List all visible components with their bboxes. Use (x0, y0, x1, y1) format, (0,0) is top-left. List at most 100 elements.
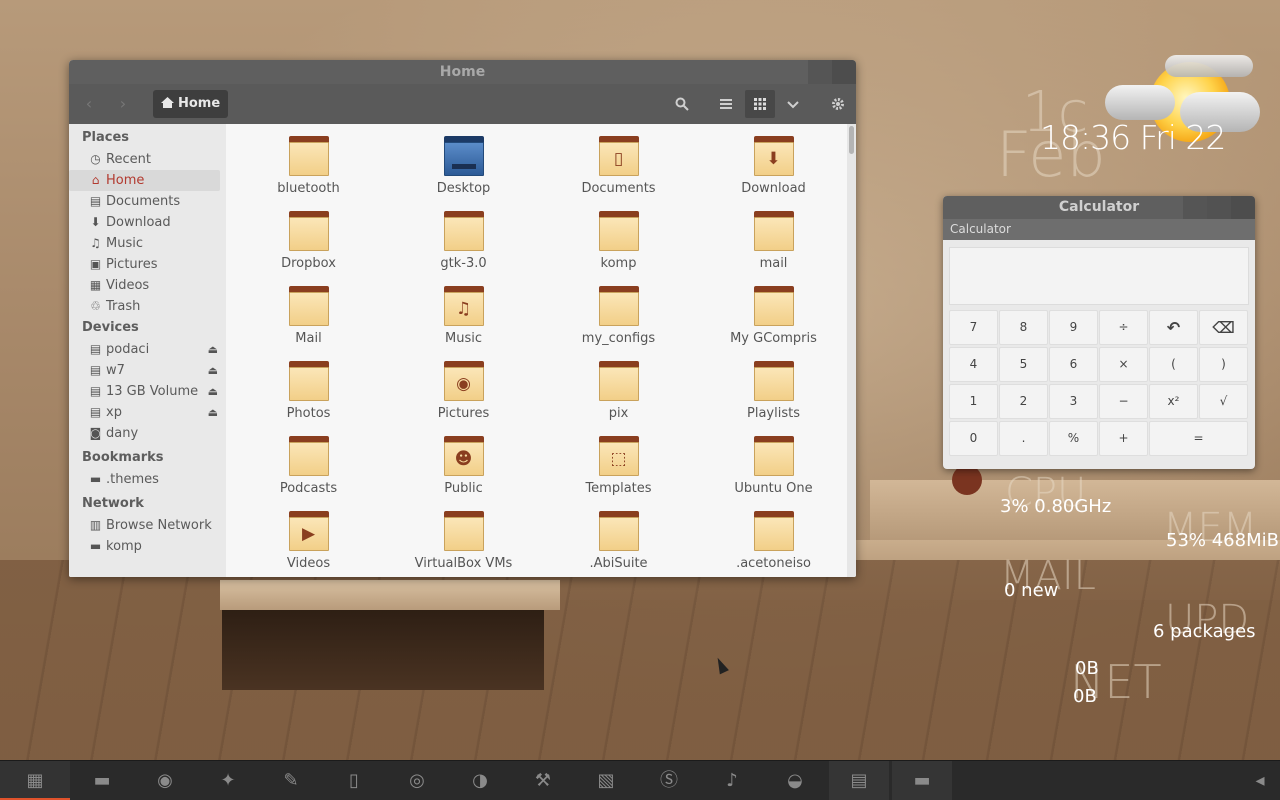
grid-view-button[interactable] (745, 90, 775, 118)
file-item-photos[interactable]: Photos (231, 359, 386, 434)
key-7[interactable]: 7 (949, 310, 998, 345)
calculator-minimize-button[interactable] (1183, 196, 1207, 219)
file-item-my-configs[interactable]: my_configs (541, 284, 696, 359)
key-6[interactable]: 6 (1049, 347, 1098, 382)
file-item-acetoneiso[interactable]: .acetoneiso (696, 509, 847, 577)
file-item-documents[interactable]: ▯ Documents (541, 134, 696, 209)
taskbar-launcher-gimp-icon[interactable]: ◒ (765, 761, 825, 800)
sidebar-item-xp[interactable]: ▤ xp ⏏ (69, 402, 226, 423)
minimize-button[interactable] (808, 60, 832, 84)
file-item-public[interactable]: ☻ Public (386, 434, 541, 509)
taskbar-launcher-firefox-icon[interactable]: ◑ (450, 761, 510, 800)
key-multiply[interactable]: × (1099, 347, 1148, 382)
taskbar-launcher-music-icon[interactable]: ♪ (702, 761, 762, 800)
taskbar-launcher-chrome-icon[interactable]: ◎ (387, 761, 447, 800)
key-divide[interactable]: ÷ (1099, 310, 1148, 345)
key-add[interactable]: + (1099, 421, 1148, 456)
file-item-videos[interactable]: ▶ Videos (231, 509, 386, 577)
file-item-virtualbox-vms[interactable]: VirtualBox VMs (386, 509, 541, 577)
eject-icon[interactable]: ⏏ (208, 381, 218, 402)
calculator-display[interactable] (949, 247, 1249, 305)
file-item-podcasts[interactable]: Podcasts (231, 434, 386, 509)
file-item-templates[interactable]: ⬚ Templates (541, 434, 696, 509)
sidebar-item-podaci[interactable]: ▤ podaci ⏏ (69, 339, 226, 360)
key-percent[interactable]: % (1049, 421, 1098, 456)
key-4[interactable]: 4 (949, 347, 998, 382)
calculator-titlebar[interactable]: Calculator (943, 196, 1255, 219)
file-item-ubuntu-one[interactable]: Ubuntu One (696, 434, 847, 509)
file-item-my-gcompris[interactable]: My GCompris (696, 284, 847, 359)
search-button[interactable] (669, 90, 695, 118)
file-item-pix[interactable]: pix (541, 359, 696, 434)
key-sqrt[interactable]: √ (1199, 384, 1248, 419)
sidebar-item-13-gb-volume[interactable]: ▤ 13 GB Volume ⏏ (69, 381, 226, 402)
scrollbar[interactable] (847, 124, 856, 577)
sidebar-item-documents[interactable]: ▤ Documents (69, 191, 226, 212)
taskbar-launcher-brush-icon[interactable]: ⚒ (513, 761, 573, 800)
key-decimal[interactable]: . (999, 421, 1048, 456)
sidebar-item-w7[interactable]: ▤ w7 ⏏ (69, 360, 226, 381)
file-item-abisuite[interactable]: .AbiSuite (541, 509, 696, 577)
file-item-bluetooth[interactable]: bluetooth (231, 134, 386, 209)
forward-button[interactable]: › (111, 90, 135, 118)
key-2[interactable]: 2 (999, 384, 1048, 419)
taskbar-launcher-windows-icon[interactable]: ▧ (576, 761, 636, 800)
sidebar-item-recent[interactable]: ◷ Recent (69, 149, 226, 170)
volume-button[interactable]: ◂ (1240, 761, 1280, 800)
file-item-dropbox[interactable]: Dropbox (231, 209, 386, 284)
taskbar-window-terminal-window-icon[interactable]: ▤ (829, 761, 889, 800)
taskbar-launcher-files-icon[interactable]: ▬ (72, 761, 132, 800)
key-backspace[interactable]: ⌫ (1199, 310, 1248, 345)
settings-button[interactable] (825, 90, 851, 118)
sidebar-item-music[interactable]: ♫ Music (69, 233, 226, 254)
sidebar-item-download[interactable]: ⬇ Download (69, 212, 226, 233)
file-item-mail[interactable]: Mail (231, 284, 386, 359)
file-item-mail[interactable]: mail (696, 209, 847, 284)
file-item-pictures[interactable]: ◉ Pictures (386, 359, 541, 434)
calculator-maximize-button[interactable] (1207, 196, 1231, 219)
taskbar-launcher-book-icon[interactable]: ▯ (324, 761, 384, 800)
sidebar-item-dany[interactable]: ◙ dany (69, 423, 226, 444)
sidebar-item-trash[interactable]: ♲ Trash (69, 296, 226, 317)
eject-icon[interactable]: ⏏ (208, 339, 218, 360)
key-undo[interactable]: ↶ (1149, 310, 1198, 345)
file-item-desktop[interactable]: Desktop (386, 134, 541, 209)
eject-icon[interactable]: ⏏ (208, 402, 218, 423)
file-item-download[interactable]: ⬇ Download (696, 134, 847, 209)
key-0[interactable]: 0 (949, 421, 998, 456)
sidebar-item-videos[interactable]: ▦ Videos (69, 275, 226, 296)
taskbar-launcher-skype-icon[interactable]: Ⓢ (639, 761, 699, 800)
taskbar-launcher-camera-icon[interactable]: ◉ (135, 761, 195, 800)
close-button[interactable] (832, 60, 856, 84)
taskbar-launcher-calculator-icon[interactable]: ▦ (0, 761, 70, 800)
key-8[interactable]: 8 (999, 310, 1048, 345)
key-3[interactable]: 3 (1049, 384, 1098, 419)
key-open-paren[interactable]: ( (1149, 347, 1198, 382)
sidebar-item-themes[interactable]: ▬ .themes (69, 469, 226, 490)
taskbar-window-files-window-icon[interactable]: ▬ (892, 761, 952, 800)
key-equals[interactable]: = (1149, 421, 1248, 456)
list-view-button[interactable] (713, 90, 739, 118)
file-manager-titlebar[interactable]: Home (69, 60, 856, 84)
file-item-gtk-3-0[interactable]: gtk-3.0 (386, 209, 541, 284)
sidebar-item-home[interactable]: ⌂ Home (69, 170, 220, 191)
sidebar-item-browse-network[interactable]: ▥ Browse Network (69, 515, 226, 536)
taskbar-launcher-pencil-icon[interactable]: ✎ (261, 761, 321, 800)
calculator-close-button[interactable] (1231, 196, 1255, 219)
sidebar-item-komp[interactable]: ▬ komp (69, 536, 226, 557)
key-close-paren[interactable]: ) (1199, 347, 1248, 382)
scrollbar-thumb[interactable] (849, 126, 854, 154)
file-item-playlists[interactable]: Playlists (696, 359, 847, 434)
taskbar-launcher-paint-icon[interactable]: ✦ (198, 761, 258, 800)
sidebar-item-pictures[interactable]: ▣ Pictures (69, 254, 226, 275)
key-9[interactable]: 9 (1049, 310, 1098, 345)
file-item-komp[interactable]: komp (541, 209, 696, 284)
key-5[interactable]: 5 (999, 347, 1048, 382)
key-square[interactable]: x² (1149, 384, 1198, 419)
view-options-button[interactable] (781, 90, 805, 118)
key-1[interactable]: 1 (949, 384, 998, 419)
calculator-menu[interactable]: Calculator (943, 219, 1255, 240)
eject-icon[interactable]: ⏏ (208, 360, 218, 381)
file-item-music[interactable]: ♫ Music (386, 284, 541, 359)
key-subtract[interactable]: − (1099, 384, 1148, 419)
